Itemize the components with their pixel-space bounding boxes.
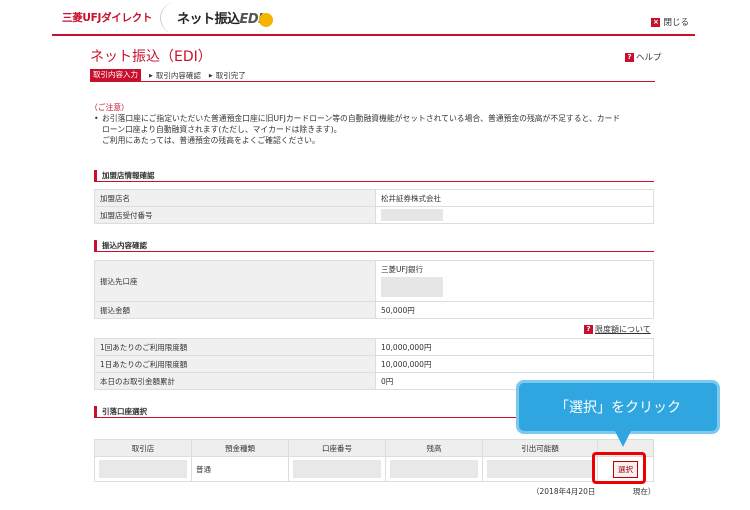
table-row: 1日あたりのご利用限度額 10,000,000円 (94, 355, 654, 373)
available-cell (482, 456, 598, 482)
section-transfer: 振込内容確認 (94, 240, 654, 252)
logo-circle-icon (258, 12, 273, 27)
logo-text: ネット振込 (177, 12, 240, 27)
number-cell (288, 456, 386, 482)
limit-value: 10,000,000円 (375, 338, 654, 356)
help-icon: ? (625, 52, 634, 62)
balance-cell (385, 456, 483, 482)
close-icon: × (651, 17, 661, 27)
dest-bank: 三菱UFJ銀行 (381, 264, 424, 274)
limit-info-link[interactable]: ? 限度額について (584, 324, 651, 335)
help-button[interactable]: ? ヘルプ (625, 51, 662, 63)
notice-title: （ご注意） (90, 103, 129, 112)
help-icon: ? (584, 325, 593, 334)
col-balance: 残高 (385, 439, 483, 457)
type-cell: 普通 (191, 456, 289, 482)
merchant-table: 加盟店名 松井証券株式会社 加盟店受付番号 (94, 189, 654, 224)
step-complete: 取引完了 (209, 70, 246, 81)
section-merchant: 加盟店情報確認 (94, 170, 654, 182)
service-logo: ネット振込EDI (177, 8, 273, 27)
dest-account-value: 三菱UFJ銀行 (375, 260, 654, 302)
page-title: ネット振込（EDI） (90, 49, 212, 65)
amount-value: 50,000円 (375, 301, 654, 319)
table-row: 加盟店名 松井証券株式会社 (94, 189, 654, 207)
col-available: 引出可能額 (482, 439, 598, 457)
col-type: 預金種類 (191, 439, 289, 457)
select-highlight (592, 452, 646, 484)
col-number: 口座番号 (288, 439, 386, 457)
limit-value: 10,000,000円 (375, 355, 654, 373)
col-branch: 取引店 (94, 439, 192, 457)
merchant-name-value: 松井証券株式会社 (375, 189, 654, 207)
notice-line: お引落口座にご指定いただいた普通預金口座に旧UFJカードローン等の自動融資機能が… (94, 113, 660, 146)
account-table: 取引店 預金種類 口座番号 残高 引出可能額 普通 選択 (94, 439, 654, 482)
table-row: 加盟店受付番号 (94, 206, 654, 224)
close-label: 閉じる (663, 18, 689, 28)
table-row: 普通 選択 (94, 456, 654, 482)
progress-steps: 取引内容入力 取引内容確認 取引完了 (90, 69, 655, 82)
app-header: 三菱UFJダイレクト ネット振込EDI × 閉じる (52, 0, 695, 36)
limit-label: 本日のお取引金額累計 (94, 372, 376, 390)
table-row: 振込金額 50,000円 (94, 301, 654, 319)
limit-link-label: 限度額について (595, 325, 651, 334)
merchant-name-label: 加盟店名 (94, 189, 376, 207)
notice-block: （ご注意） お引落口座にご指定いただいた普通預金口座に旧UFJカードローン等の自… (90, 102, 660, 146)
step-current: 取引内容入力 (90, 69, 141, 81)
transfer-table: 振込先口座 三菱UFJ銀行 振込金額 50,000円 (94, 260, 654, 319)
brand-name: 三菱UFJダイレクト (62, 12, 153, 24)
close-button[interactable]: × 閉じる (651, 16, 689, 28)
merchant-no-value (375, 206, 654, 224)
table-row: 1回あたりのご利用限度額 10,000,000円 (94, 338, 654, 356)
table-row: 振込先口座 三菱UFJ銀行 (94, 260, 654, 302)
instruction-callout: 「選択」をクリック (516, 380, 720, 447)
amount-label: 振込金額 (94, 301, 376, 319)
limit-label: 1回あたりのご利用限度額 (94, 338, 376, 356)
step-confirm: 取引内容確認 (149, 70, 201, 81)
branch-cell (94, 456, 192, 482)
help-label: ヘルプ (636, 53, 662, 63)
dest-account-label: 振込先口座 (94, 260, 376, 302)
table-header-row: 取引店 預金種類 口座番号 残高 引出可能額 (94, 439, 654, 457)
merchant-no-label: 加盟店受付番号 (94, 206, 376, 224)
as-of-date: （2018年4月20日 現在） (532, 487, 656, 496)
limit-label: 1日あたりのご利用限度額 (94, 355, 376, 373)
